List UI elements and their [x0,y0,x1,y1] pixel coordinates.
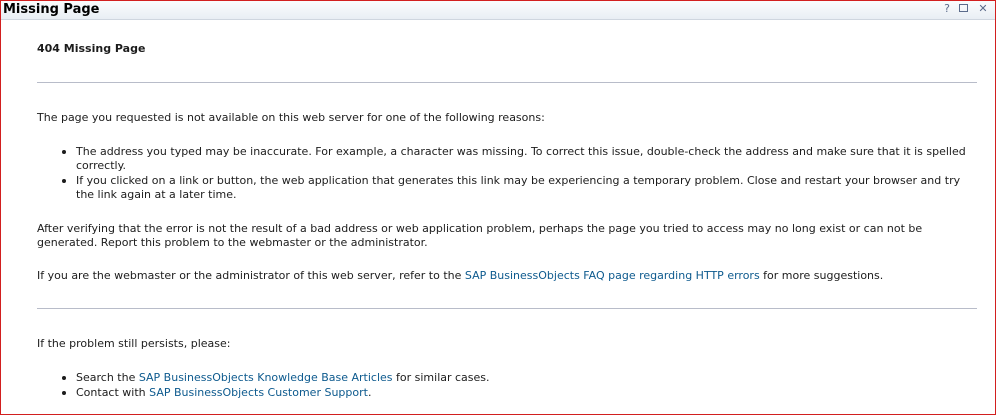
admin-text-before: If you are the webmaster or the administ… [37,269,465,282]
title-bar: Missing Page ? ✕ [1,1,995,20]
search-text-before: Search the [76,371,139,384]
list-item: The address you typed may be inaccurate.… [76,144,977,173]
window-title: Missing Page [3,2,100,17]
verify-text: After verifying that the error is not th… [37,222,923,249]
list-item: If you clicked on a link or button, the … [76,173,977,202]
list-item: Contact with SAP BusinessObjects Custome… [76,385,977,400]
maximize-icon[interactable] [959,3,971,15]
customer-support-link[interactable]: SAP BusinessObjects Customer Support [149,386,368,399]
help-icon[interactable]: ? [941,3,953,15]
list-item: Search the SAP BusinessObjects Knowledge… [76,370,977,385]
faq-link[interactable]: SAP BusinessObjects FAQ page regarding H… [465,269,760,282]
close-icon[interactable]: ✕ [977,3,989,15]
reasons-list: The address you typed may be inaccurate.… [37,144,977,202]
contact-text-before: Contact with [76,386,150,399]
persist-text: If the problem still persists, please: [37,337,231,350]
admin-text-after: for more suggestions. [759,269,884,282]
contact-text-after: . [367,386,372,399]
divider-bottom [37,308,977,309]
page-heading: 404 Missing Page [37,42,146,55]
help-list: Search the SAP BusinessObjects Knowledge… [37,370,977,400]
search-text-after: for similar cases. [392,371,490,384]
divider-top [37,82,977,83]
knowledge-base-link[interactable]: SAP BusinessObjects Knowledge Base Artic… [139,371,393,384]
error-content: 404 Missing Page The page you requested … [37,42,977,400]
admin-text: If you are the webmaster or the administ… [37,269,977,283]
window-controls: ? ✕ [941,3,989,15]
missing-page-window: Missing Page ? ✕ 404 Missing Page The pa… [0,0,996,415]
intro-text: The page you requested is not available … [37,111,545,124]
